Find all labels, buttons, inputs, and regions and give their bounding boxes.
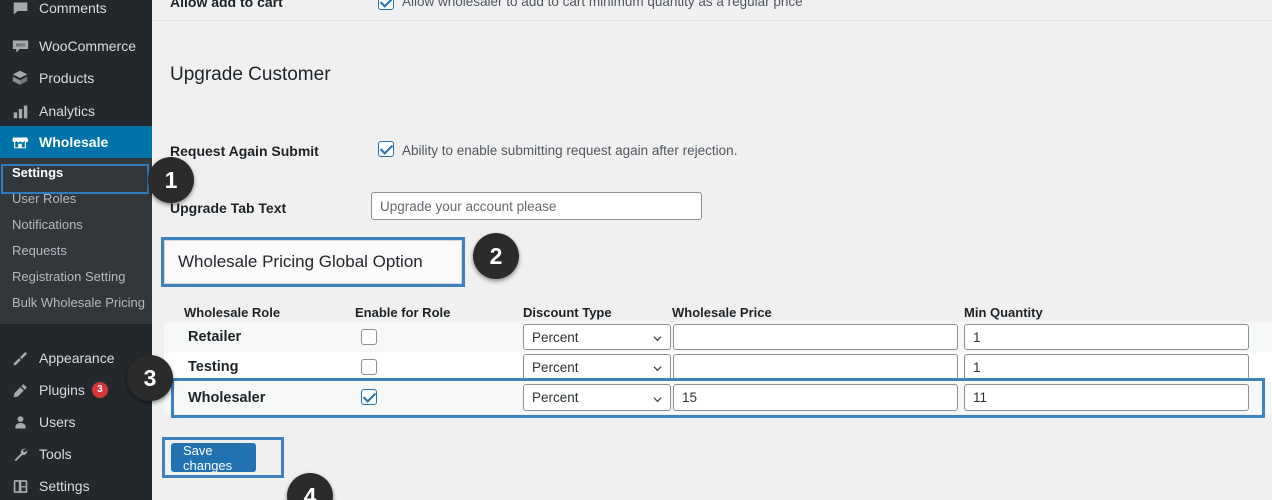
sidebar-item-label: Analytics: [39, 103, 95, 119]
allow-add-to-cart-description: Allow wholesaler to add to cart minimum …: [402, 0, 803, 9]
enable-for-role-checkbox[interactable]: [361, 329, 377, 345]
sidebar-item-requests[interactable]: Requests: [0, 238, 152, 264]
sidebar-item-registration-setting[interactable]: Registration Setting: [0, 264, 152, 290]
wholesale-price-input[interactable]: [673, 384, 958, 411]
min-quantity-input[interactable]: [964, 354, 1249, 380]
enable-for-role-checkbox[interactable]: [361, 359, 377, 375]
allow-add-to-cart-checkbox[interactable]: [378, 0, 394, 10]
request-again-submit-label: Request Again Submit: [170, 143, 319, 159]
sidebar-item-settings[interactable]: Settings: [0, 160, 152, 186]
chevron-down-icon: [653, 334, 662, 343]
upgrade-customer-heading: Upgrade Customer: [170, 64, 331, 86]
sidebar-item-users[interactable]: Users: [0, 405, 152, 439]
discount-type-select[interactable]: Percent: [523, 384, 671, 411]
min-quantity-input[interactable]: [964, 384, 1249, 411]
svg-text:woo: woo: [15, 42, 25, 48]
sidebar-item-bulk-wholesale-pricing[interactable]: Bulk Wholesale Pricing: [0, 290, 152, 316]
discount-type-value: Percent: [532, 360, 579, 375]
sidebar-item-products[interactable]: Products: [0, 61, 152, 95]
sidebar-item-settings-global[interactable]: Settings: [0, 469, 152, 500]
sidebar-item-user-roles[interactable]: User Roles: [0, 186, 152, 212]
step-badge-2: 2: [473, 233, 519, 279]
table-row: Wholesaler: [188, 390, 265, 406]
sidebar-item-label: Plugins: [39, 382, 85, 398]
wholesale-price-input[interactable]: [673, 324, 958, 350]
col-header-enable-for-role: Enable for Role: [355, 305, 450, 320]
sidebar-item-tools[interactable]: Tools: [0, 437, 152, 471]
min-quantity-input[interactable]: [964, 324, 1249, 350]
wholesale-submenu: Settings User Roles Notifications Reques…: [0, 158, 152, 324]
plug-icon: [10, 380, 30, 400]
analytics-bars-icon: [10, 101, 30, 121]
step-badge-3: 3: [127, 355, 173, 401]
section-divider: [152, 20, 1272, 21]
discount-type-select[interactable]: Percent: [523, 324, 671, 350]
sidebar-item-label: WooCommerce: [39, 38, 136, 54]
wholesale-pricing-global-option-heading: Wholesale Pricing Global Option: [164, 240, 462, 284]
table-row: Retailer: [188, 329, 241, 345]
sidebar-item-woocommerce[interactable]: woo WooCommerce: [0, 29, 152, 63]
sidebar-item-label: Comments: [39, 0, 107, 16]
sidebar-item-analytics[interactable]: Analytics: [0, 94, 152, 128]
col-header-min-quantity: Min Quantity: [964, 305, 1043, 320]
sidebar-item-label: Products: [39, 70, 94, 86]
upgrade-tab-text-label: Upgrade Tab Text: [170, 200, 286, 216]
discount-type-select[interactable]: Percent: [523, 354, 671, 380]
allow-add-to-cart-label: Allow add to cart: [170, 0, 283, 10]
enable-for-role-checkbox[interactable]: [361, 389, 377, 405]
step-badge-1: 1: [148, 157, 194, 203]
main-content: Allow add to cart Allow wholesaler to ad…: [152, 0, 1272, 500]
sidebar-item-label: Appearance: [39, 350, 115, 366]
table-row: Testing: [188, 359, 238, 375]
col-header-discount-type: Discount Type: [523, 305, 612, 320]
col-header-wholesale-price: Wholesale Price: [672, 305, 772, 320]
user-icon: [10, 412, 30, 432]
discount-type-value: Percent: [532, 390, 579, 405]
sidebar-item-wholesale[interactable]: Wholesale: [0, 126, 152, 158]
sliders-icon: [10, 476, 30, 496]
global-option-heading-text: Wholesale Pricing Global Option: [178, 252, 423, 272]
sidebar-item-label: Tools: [39, 446, 72, 462]
wrench-icon: [10, 444, 30, 464]
paintbrush-icon: [10, 348, 30, 368]
comments-icon: [10, 0, 30, 18]
products-box-icon: [10, 68, 30, 88]
woocommerce-icon: woo: [10, 36, 30, 56]
plugins-update-badge: 3: [92, 382, 108, 398]
sidebar-item-notifications[interactable]: Notifications: [0, 212, 152, 238]
chevron-down-icon: [653, 395, 662, 404]
screen: Comments woo WooCommerce Products: [0, 0, 1272, 500]
wholesale-store-icon: [10, 132, 30, 152]
wholesale-price-input[interactable]: [673, 354, 958, 380]
upgrade-tab-text-input[interactable]: [371, 192, 702, 220]
save-button[interactable]: Save changes: [171, 443, 256, 472]
sidebar-item-comments[interactable]: Comments: [0, 0, 152, 25]
sidebar-item-label: Users: [39, 414, 76, 430]
request-again-submit-description: Ability to enable submitting request aga…: [402, 143, 737, 158]
admin-sidebar: Comments woo WooCommerce Products: [0, 0, 152, 500]
sidebar-item-label: Wholesale: [39, 134, 108, 150]
chevron-down-icon: [653, 364, 662, 373]
discount-type-value: Percent: [532, 330, 579, 345]
sidebar-item-label: Settings: [39, 478, 90, 494]
col-header-wholesale-role: Wholesale Role: [184, 305, 280, 320]
request-again-submit-checkbox[interactable]: [378, 141, 394, 157]
